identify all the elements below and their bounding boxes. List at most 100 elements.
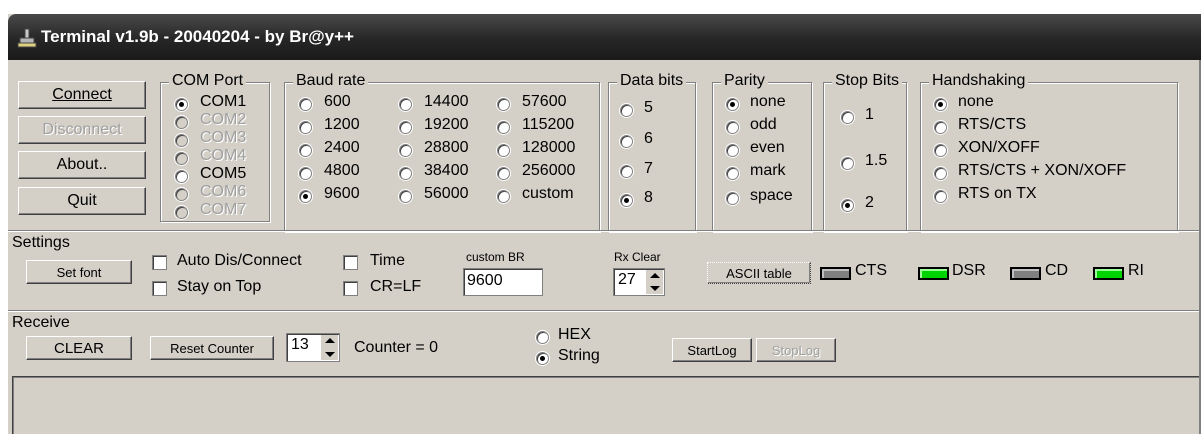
string-radio[interactable] bbox=[536, 352, 549, 365]
parity-mark-radio[interactable] bbox=[726, 167, 739, 180]
auto-dis-connect-checkbox[interactable] bbox=[152, 255, 167, 270]
stop-bits-1-radio[interactable] bbox=[841, 111, 854, 124]
dsr-label: DSR bbox=[952, 262, 986, 279]
data-bits-5-radio[interactable] bbox=[620, 104, 633, 117]
counter-spinner[interactable]: 13 bbox=[286, 333, 340, 362]
cr-lf-label: CR=LF bbox=[370, 278, 422, 295]
clear-button[interactable]: CLEAR bbox=[26, 336, 132, 360]
baud-14400-label: 14400 bbox=[424, 93, 469, 110]
receive-output-area[interactable] bbox=[12, 376, 1201, 434]
data-bits-7-label: 7 bbox=[644, 160, 653, 177]
baud-57600-radio[interactable] bbox=[497, 98, 510, 111]
com6-radio[interactable] bbox=[175, 188, 188, 201]
time-label: Time bbox=[370, 252, 405, 269]
baud-custom-radio[interactable] bbox=[497, 190, 510, 203]
disconnect-label: Disconnect bbox=[42, 121, 122, 138]
stop-bits-label: Stop Bits bbox=[832, 72, 903, 90]
handshaking-xon-xoff-radio[interactable] bbox=[934, 144, 947, 157]
baud-256000-label: 256000 bbox=[522, 162, 576, 179]
com5-radio[interactable] bbox=[175, 170, 188, 183]
parity-none-radio[interactable] bbox=[726, 98, 739, 111]
custom-br-input[interactable]: 9600 bbox=[463, 268, 543, 296]
disconnect-button[interactable]: Disconnect bbox=[18, 116, 146, 144]
com-port-label: COM Port bbox=[169, 72, 247, 90]
rx-clear-spinner[interactable]: 27 bbox=[613, 268, 665, 296]
about-label: About.. bbox=[56, 156, 108, 173]
baud-256000-radio[interactable] bbox=[497, 167, 510, 180]
baud-115200-label: 115200 bbox=[522, 116, 575, 133]
stay-on-top-checkbox[interactable] bbox=[152, 281, 167, 296]
com1-radio[interactable] bbox=[175, 98, 188, 111]
set-font-label: Set font bbox=[56, 264, 102, 280]
baud-14400-radio[interactable] bbox=[399, 98, 412, 111]
com4-radio[interactable] bbox=[175, 152, 188, 165]
parity-even-radio[interactable] bbox=[726, 144, 739, 157]
stop-bits-1-label: 1 bbox=[865, 106, 874, 123]
quit-label: Quit bbox=[67, 192, 97, 209]
counter-spin-buttons[interactable] bbox=[320, 335, 338, 360]
handshaking-none-label: none bbox=[958, 93, 994, 110]
hex-radio[interactable] bbox=[536, 331, 549, 344]
set-font-button[interactable]: Set font bbox=[26, 260, 132, 284]
quit-button[interactable]: Quit bbox=[18, 187, 146, 215]
stop-log-button[interactable]: StopLog bbox=[756, 338, 836, 362]
com7-radio[interactable] bbox=[175, 206, 188, 219]
stop-bits-1.5-radio[interactable] bbox=[841, 157, 854, 170]
counter-text: Counter = 0 bbox=[354, 339, 439, 356]
about-button[interactable]: About.. bbox=[18, 151, 146, 179]
time-checkbox[interactable] bbox=[343, 255, 358, 270]
baud-600-radio[interactable] bbox=[299, 98, 312, 111]
baud-2400-radio[interactable] bbox=[299, 144, 312, 157]
cr-lf-checkbox[interactable] bbox=[343, 281, 358, 296]
baud-28800-radio[interactable] bbox=[399, 144, 412, 157]
baud-19200-radio[interactable] bbox=[399, 121, 412, 134]
baud-115200-radio[interactable] bbox=[497, 121, 510, 134]
baud-1200-label: 1200 bbox=[324, 116, 360, 133]
parity-odd-radio[interactable] bbox=[726, 121, 739, 134]
reset-counter-button[interactable]: Reset Counter bbox=[150, 336, 274, 360]
stop-bits-2-radio[interactable] bbox=[841, 199, 854, 212]
com6-label: COM6 bbox=[200, 183, 247, 200]
reset-counter-label: Reset Counter bbox=[170, 340, 254, 356]
rx-clear-value: 27 bbox=[618, 271, 636, 288]
ascii-table-label: ASCII table bbox=[726, 265, 792, 281]
handshaking-rts-cts-xon-xoff-radio[interactable] bbox=[934, 167, 947, 180]
baud-19200-label: 19200 bbox=[424, 116, 469, 133]
com7-label: COM7 bbox=[200, 201, 247, 218]
start-log-button[interactable]: StartLog bbox=[672, 338, 752, 362]
baud-38400-radio[interactable] bbox=[399, 167, 412, 180]
baud-128000-radio[interactable] bbox=[497, 144, 510, 157]
baud-56000-radio[interactable] bbox=[399, 190, 412, 203]
data-bits-8-radio[interactable] bbox=[620, 194, 633, 207]
spin-down-icon[interactable] bbox=[650, 286, 660, 291]
handshaking-xon-xoff-label: XON/XOFF bbox=[958, 139, 1040, 156]
start-log-label: StartLog bbox=[687, 342, 737, 358]
com3-radio[interactable] bbox=[175, 134, 188, 147]
parity-mark-label: mark bbox=[750, 162, 786, 179]
com2-radio[interactable] bbox=[175, 116, 188, 129]
baud-custom-label: custom bbox=[522, 185, 574, 202]
data-bits-7-radio[interactable] bbox=[620, 165, 633, 178]
spin-up-icon[interactable] bbox=[325, 338, 335, 343]
clear-label: CLEAR bbox=[53, 339, 105, 357]
baud-4800-radio[interactable] bbox=[299, 167, 312, 180]
rx-clear-spin-buttons[interactable] bbox=[645, 270, 663, 294]
parity-space-radio[interactable] bbox=[726, 192, 739, 205]
title-bar[interactable]: Terminal v1.9b - 20040204 - by Br@y++ bbox=[8, 14, 1201, 60]
parity-space-label: space bbox=[750, 187, 793, 204]
connect-button[interactable]: Connect bbox=[18, 81, 146, 109]
stay-on-top-label: Stay on Top bbox=[177, 278, 262, 295]
handshaking-rts-cts-radio[interactable] bbox=[934, 121, 947, 134]
spin-down-icon[interactable] bbox=[325, 352, 335, 357]
handshaking-rts-on-tx-radio[interactable] bbox=[934, 190, 947, 203]
handshaking-none-radio[interactable] bbox=[934, 98, 947, 111]
terminal-window: Terminal v1.9b - 20040204 - by Br@y++ Co… bbox=[8, 14, 1201, 434]
ri-label: RI bbox=[1128, 262, 1144, 279]
data-bits-6-radio[interactable] bbox=[620, 135, 633, 148]
baud-9600-radio[interactable] bbox=[299, 190, 312, 203]
baud-1200-radio[interactable] bbox=[299, 121, 312, 134]
data-bits-5-label: 5 bbox=[644, 99, 653, 116]
spin-up-icon[interactable] bbox=[650, 273, 660, 278]
ascii-table-button[interactable]: ASCII table bbox=[707, 262, 811, 284]
stop-bits-1.5-label: 1.5 bbox=[865, 152, 888, 169]
